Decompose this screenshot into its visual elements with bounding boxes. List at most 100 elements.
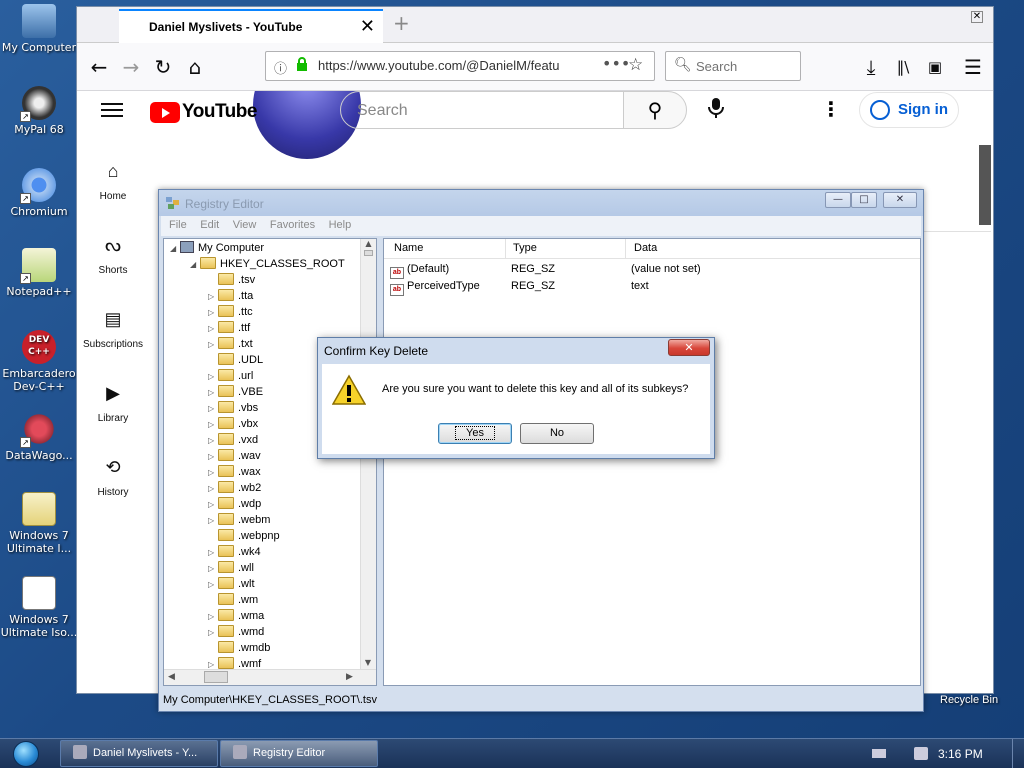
tree-node-key[interactable]: ▷ .wk4	[208, 544, 261, 560]
youtube-search-input[interactable]: Search	[340, 91, 624, 129]
expand-icon[interactable]: ▷	[208, 561, 218, 577]
scroll-left-icon[interactable]: ◀	[168, 672, 175, 682]
bookmark-star-icon[interactable]: ☆	[628, 55, 643, 75]
sign-in-button[interactable]: Sign in	[859, 92, 959, 128]
dialog-titlebar[interactable]: Confirm Key Delete ✕	[318, 338, 714, 362]
value-row[interactable]: ab PerceivedType REG_SZ text	[384, 278, 920, 296]
menu-file[interactable]: File	[169, 216, 187, 235]
column-divider[interactable]	[625, 239, 626, 259]
tree-node-key[interactable]: ▷ .vbx	[208, 416, 258, 432]
tree-node-key[interactable]: ▷ .wma	[208, 608, 264, 624]
url-bar[interactable]: ⓘ https://www.youtube.com/@DanielM/featu…	[265, 51, 655, 81]
tree-node-key[interactable]: ▷ .tta	[208, 288, 253, 304]
tree-horizontal-scrollbar[interactable]: ◀ ▶	[164, 669, 376, 685]
desktop-icon-datawago[interactable]: ↗ DataWago...	[0, 412, 78, 462]
browser-search-input[interactable]: 🔍︎ Search	[665, 51, 801, 81]
registry-tree[interactable]: ◢ My Computer ◢ HKEY_CLASSES_ROOT .tsv ▷ .tt…	[163, 238, 377, 686]
tree-node-key[interactable]: ▷ .wll	[208, 560, 254, 576]
tree-node-key[interactable]: ▷ .VBE	[208, 384, 263, 400]
column-divider[interactable]	[505, 239, 506, 259]
desktop-icon-notepad-plus-plus[interactable]: ↗ Notepad++	[0, 248, 78, 298]
reload-button[interactable]: ↻	[147, 51, 179, 83]
taskbar-item-registry-editor[interactable]: Registry Editor	[220, 740, 378, 767]
desktop-icon-chromium[interactable]: ↗ Chromium	[0, 168, 78, 218]
new-tab-button[interactable]: +	[393, 11, 410, 35]
registry-values-list[interactable]: Name Type Data ab (Default) REG_SZ (value…	[383, 238, 921, 686]
expand-icon[interactable]: ▷	[208, 609, 218, 625]
desktop-icon-win7-iso-2[interactable]: Windows 7 Ultimate Iso...	[0, 576, 78, 639]
expand-icon[interactable]: ▷	[208, 321, 218, 337]
desktop-icon-devcpp[interactable]: DEV C++ Embarcadero Dev-C++	[0, 330, 78, 393]
close-icon[interactable]: ✕	[668, 339, 710, 356]
tree-node-key[interactable]: ▷ .ttf	[208, 320, 250, 336]
recycle-bin-label[interactable]: Recycle Bin	[940, 694, 998, 706]
expand-icon[interactable]: ▷	[208, 545, 218, 561]
tree-node-key[interactable]: ▷ .vxd	[208, 432, 258, 448]
maximize-icon[interactable]: □	[851, 192, 877, 208]
desktop-icon-win7-iso-1[interactable]: Windows 7 Ultimate I...	[0, 492, 78, 555]
expand-icon[interactable]: ▷	[208, 625, 218, 641]
yt-nav-history[interactable]: ⟲ History	[77, 457, 149, 498]
download-icon[interactable]: ⤓	[855, 51, 887, 83]
taskbar-item-browser[interactable]: Daniel Myslivets - Y...	[60, 740, 218, 767]
desktop-icon-my-computer[interactable]: My Computer	[0, 4, 78, 54]
yt-nav-library[interactable]: ▶ Library	[77, 383, 149, 424]
value-row[interactable]: ab (Default) REG_SZ (value not set)	[384, 261, 920, 279]
page-actions-icon[interactable]: •••	[602, 54, 630, 73]
tree-node-hkcr[interactable]: ◢ HKEY_CLASSES_ROOT	[190, 256, 345, 272]
column-type[interactable]: Type	[513, 242, 537, 254]
tree-node-key[interactable]: ▷ .wav	[208, 448, 261, 464]
page-scrollbar[interactable]	[979, 145, 991, 225]
youtube-search-button[interactable]: ⚲	[623, 91, 687, 129]
expand-icon[interactable]: ▷	[208, 305, 218, 321]
menu-view[interactable]: View	[233, 216, 257, 235]
back-button[interactable]: ←	[83, 51, 115, 83]
microphone-icon[interactable]	[703, 97, 729, 123]
tree-node-key[interactable]: ▷ .url	[208, 368, 253, 384]
scroll-up-icon[interactable]: ▲	[361, 239, 376, 248]
speaker-icon[interactable]	[914, 747, 928, 760]
menu-edit[interactable]: Edit	[200, 216, 219, 235]
clock[interactable]: 3:16 PM	[938, 747, 983, 761]
yt-nav-subscriptions[interactable]: ▤ Subscriptions	[77, 309, 149, 350]
desktop-icon-mypal[interactable]: ↗ MyPal 68	[0, 86, 78, 136]
yt-nav-home[interactable]: ⌂ Home	[77, 161, 149, 202]
expand-icon[interactable]: ▷	[208, 369, 218, 385]
collapse-icon[interactable]: ◢	[170, 241, 180, 257]
hamburger-menu-icon[interactable]	[101, 99, 123, 121]
scroll-thumb[interactable]	[364, 250, 373, 256]
expand-icon[interactable]: ▷	[208, 513, 218, 529]
expand-icon[interactable]: ▷	[208, 449, 218, 465]
expand-icon[interactable]: ▷	[208, 401, 218, 417]
scroll-right-icon[interactable]: ▶	[346, 672, 353, 682]
library-icon[interactable]: ‖\	[887, 51, 919, 83]
tree-node-my-computer[interactable]: ◢ My Computer	[170, 240, 264, 256]
tree-node-key[interactable]: ▷ .txt	[208, 336, 253, 352]
menu-help[interactable]: Help	[329, 216, 352, 235]
url-text[interactable]: https://www.youtube.com/@DanielM/featu	[318, 58, 568, 73]
column-name[interactable]: Name	[394, 242, 423, 254]
expand-icon[interactable]: ▷	[208, 417, 218, 433]
scroll-thumb[interactable]	[204, 671, 228, 683]
expand-icon[interactable]: ▷	[208, 465, 218, 481]
close-icon[interactable]: ✕	[883, 192, 917, 208]
tree-node-key[interactable]: .tsv	[208, 272, 255, 288]
keyboard-icon[interactable]	[872, 749, 886, 758]
tree-node-key[interactable]: ▷ .vbs	[208, 400, 258, 416]
tree-node-key[interactable]: .UDL	[208, 352, 263, 368]
expand-icon[interactable]: ▷	[208, 337, 218, 353]
expand-icon[interactable]: ▷	[208, 385, 218, 401]
yt-nav-shorts[interactable]: ᔓ Shorts	[77, 235, 149, 276]
menu-icon[interactable]: ☰	[957, 51, 989, 83]
expand-icon[interactable]: ▷	[208, 481, 218, 497]
column-data[interactable]: Data	[634, 242, 657, 254]
tree-node-key[interactable]: ▷ .ttc	[208, 304, 253, 320]
registry-editor-titlebar[interactable]: Registry Editor — □ ✕	[159, 190, 923, 216]
minimize-icon[interactable]: —	[825, 192, 851, 208]
show-desktop-button[interactable]	[1012, 739, 1024, 768]
home-button[interactable]: ⌂	[179, 51, 211, 83]
expand-icon[interactable]: ▷	[208, 497, 218, 513]
tree-node-key[interactable]: .webpnp	[208, 528, 280, 544]
tree-node-key[interactable]: ▷ .wax	[208, 464, 261, 480]
scroll-down-icon[interactable]: ▼	[361, 658, 375, 667]
